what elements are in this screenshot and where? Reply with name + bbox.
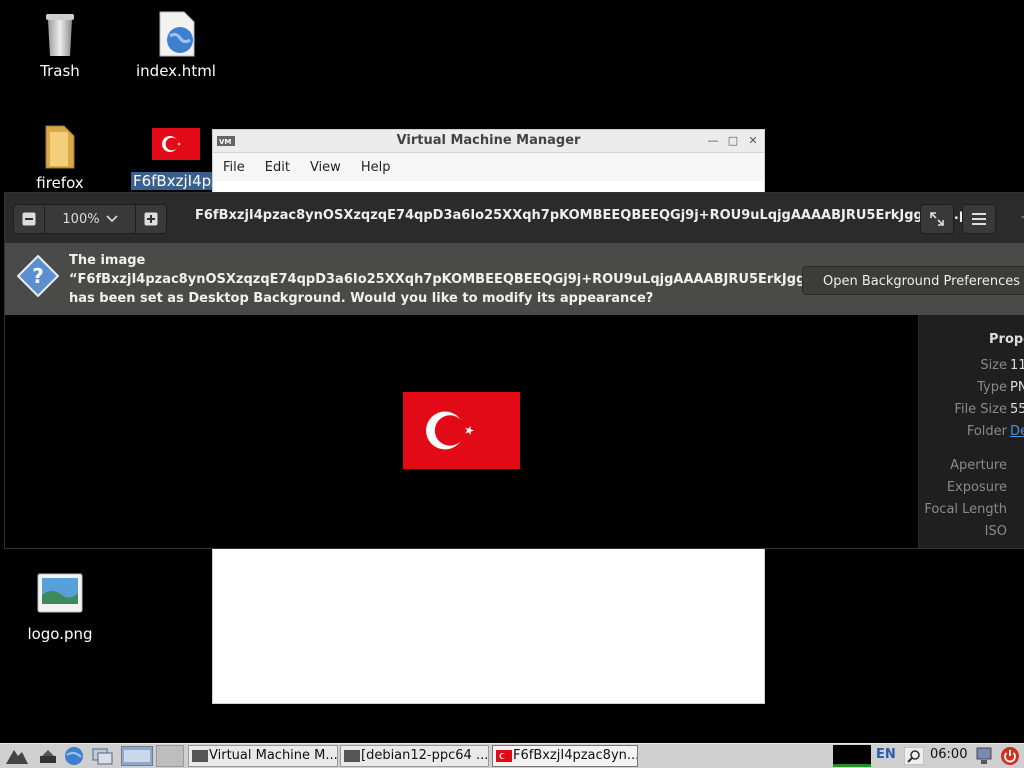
show-desktop-icon[interactable] — [38, 747, 58, 765]
menu-view[interactable]: View — [300, 160, 351, 175]
svg-text:VM: VM — [219, 138, 231, 146]
property-key: Focal Length — [924, 502, 1007, 517]
turkish-flag-task-icon — [496, 750, 512, 762]
power-icon[interactable] — [1000, 746, 1020, 766]
image-filename: F6fBxzjI4pzac8ynOSXzqzqE74qpD3a6Io25XXqh… — [195, 208, 987, 223]
start-menu-icon[interactable] — [4, 746, 30, 766]
property-key: Exposure — [946, 480, 1007, 495]
desktop-icon-label: Trash — [40, 62, 80, 80]
desktop-icon-logo-png[interactable]: logo.png — [10, 573, 110, 643]
task-label: Virtual Machine M... — [209, 748, 338, 763]
zoom-level: 100% — [62, 211, 100, 227]
clock[interactable]: 06:00 — [930, 747, 967, 762]
folder-link[interactable]: De — [1010, 424, 1024, 439]
vmm-titlebar[interactable]: VM Virtual Machine Manager — □ ✕ — [213, 130, 764, 153]
svg-text:?: ? — [32, 264, 44, 288]
property-row-folder: Folder De — [919, 424, 1024, 444]
lock-screen-icon[interactable] — [974, 746, 994, 766]
vm-console-task-icon — [344, 750, 360, 762]
property-row-aperture: Aperture — [919, 458, 1024, 478]
desktop-icon-label: firefox — [36, 174, 84, 192]
zoom-out-button[interactable] — [14, 205, 45, 233]
desktop-icon-trash[interactable]: Trash — [10, 10, 110, 80]
vmm-title: Virtual Machine Manager — [396, 133, 581, 148]
browser-launcher-icon[interactable] — [64, 746, 84, 766]
property-row-iso: ISO — [919, 524, 1024, 544]
taskbar: Virtual Machine M... [debian12-ppc64 ...… — [0, 743, 1024, 768]
background-set-infobar: ? The image “F6fBxzjI4pzac8ynOSXzqzqE74q… — [5, 243, 1024, 315]
close-icon[interactable]: ✕ — [746, 134, 760, 148]
workspace-2[interactable] — [156, 745, 184, 767]
html-file-icon — [159, 11, 195, 57]
infobar-line-3: has been set as Desktop Background. Woul… — [69, 291, 654, 306]
trash-icon — [46, 14, 74, 56]
vmm-task-icon — [192, 750, 208, 762]
property-key: File Size — [954, 402, 1007, 417]
desktop-icon-index-html[interactable]: index.html — [126, 10, 226, 80]
minus-icon — [22, 212, 36, 226]
desktop-icon-label: index.html — [136, 62, 216, 80]
property-key: Size — [980, 358, 1007, 373]
zoom-in-button[interactable] — [135, 205, 166, 233]
question-icon: ? — [17, 255, 59, 297]
infobar-line-2: “F6fBxzjI4pzac8ynOSXzqzqE74qpD3a6Io25XXq… — [69, 272, 878, 287]
image-viewer-window: 100% F6fBxzjI4pzac8ynOSXzqzqE74qpD3a6Io2… — [4, 192, 1024, 549]
properties-sidebar: Prope Size 11 Type PN File Size 55 Folde… — [918, 315, 1024, 548]
menu-help[interactable]: Help — [351, 160, 401, 175]
property-value: 11 — [1010, 358, 1024, 373]
property-value: PN — [1010, 380, 1024, 395]
vmm-logo-icon: VM — [217, 136, 235, 146]
maximize-icon[interactable]: □ — [726, 134, 740, 148]
image-canvas[interactable] — [5, 315, 918, 548]
property-key: Type — [977, 380, 1007, 395]
task-debian12-ppc64[interactable]: [debian12-ppc64 ... — [340, 745, 489, 767]
desktop-icon-label: logo.png — [27, 625, 93, 643]
property-row-exposure: Exposure — [919, 480, 1024, 500]
image-file-icon — [37, 573, 83, 613]
hamburger-menu-icon — [972, 213, 986, 225]
workspace-switcher-icon[interactable] — [121, 746, 153, 766]
zoom-level-dropdown[interactable]: 100% — [45, 212, 135, 227]
fullscreen-icon — [930, 212, 944, 226]
cpu-monitor-graph — [833, 745, 871, 767]
search-icon[interactable] — [904, 747, 924, 765]
zoom-control: 100% — [13, 204, 167, 234]
property-key: ISO — [984, 524, 1007, 539]
keyboard-layout-indicator[interactable]: EN — [876, 747, 896, 762]
fullscreen-button[interactable] — [920, 204, 954, 234]
folder-icon — [45, 125, 75, 169]
property-row-size: Size 11 — [919, 358, 1024, 378]
property-row-type: Type PN — [919, 380, 1024, 400]
plus-icon — [144, 212, 158, 226]
task-label: F6fBxzjI4pzac8yn... — [513, 748, 638, 763]
open-background-preferences-button[interactable]: Open Background Preferences — [802, 266, 1024, 295]
property-key: Aperture — [950, 458, 1007, 473]
viewer-headerbar[interactable]: 100% F6fBxzjI4pzac8ynOSXzqzqE74qpD3a6Io2… — [5, 193, 1024, 244]
minimize-icon[interactable]: — — [706, 134, 720, 148]
property-key: Folder — [966, 424, 1007, 439]
properties-title: Prope — [989, 332, 1024, 347]
desktop-icon-label: F6fBxzjI4pz — [130, 172, 222, 190]
property-row-focal-length: Focal Length — [919, 502, 1024, 522]
task-image-viewer[interactable]: F6fBxzjI4pzac8yn... — [492, 745, 638, 767]
task-label: [debian12-ppc64 ... — [361, 748, 489, 763]
chevron-down-icon — [106, 215, 118, 223]
infobar-line-1: The image — [69, 253, 146, 268]
infobar-message: The image “F6fBxzjI4pzac8ynOSXzqzqE74qpD… — [69, 251, 878, 308]
task-virtual-machine-manager[interactable]: Virtual Machine M... — [188, 745, 338, 767]
menu-button[interactable] — [962, 204, 996, 234]
vmm-menubar: File Edit View Help — [213, 153, 764, 181]
file-manager-launcher-icon[interactable] — [92, 747, 114, 765]
turkish-flag-image — [403, 392, 520, 469]
desktop-icon-firefox[interactable]: firefox — [10, 122, 110, 192]
property-value: 55 — [1010, 402, 1024, 417]
menu-edit[interactable]: Edit — [255, 160, 300, 175]
turkish-flag-thumbnail-icon — [152, 128, 200, 160]
menu-file[interactable]: File — [213, 160, 255, 175]
property-row-file-size: File Size 55 — [919, 402, 1024, 422]
